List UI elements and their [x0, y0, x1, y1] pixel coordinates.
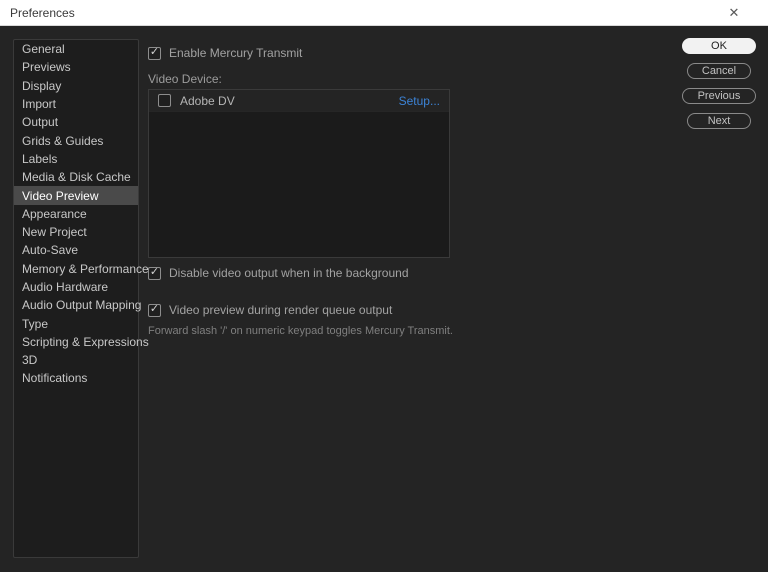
window-title: Preferences [10, 0, 75, 26]
render-queue-preview-row: ✓ Video preview during render queue outp… [148, 303, 392, 317]
video-device-label: Video Device: [148, 72, 222, 86]
checkmark-icon: ✓ [150, 267, 159, 278]
sidebar-item-new-project[interactable]: New Project [14, 223, 138, 241]
sidebar-item-audio-output-mapping[interactable]: Audio Output Mapping [14, 296, 138, 314]
title-bar: Preferences ✕ [0, 0, 768, 26]
checkmark-icon: ✓ [150, 47, 159, 58]
render-queue-preview-checkbox[interactable]: ✓ [148, 304, 161, 317]
disable-background-row: ✓ Disable video output when in the backg… [148, 266, 409, 280]
disable-background-label: Disable video output when in the backgro… [169, 266, 409, 280]
render-queue-preview-label: Video preview during render queue output [169, 303, 392, 317]
device-row-adobe-dv: Adobe DV Setup... [149, 90, 449, 112]
mercury-transmit-hint: Forward slash '/' on numeric keypad togg… [148, 325, 453, 337]
sidebar-item-auto-save[interactable]: Auto-Save [14, 241, 138, 259]
sidebar-item-appearance[interactable]: Appearance [14, 205, 138, 223]
sidebar-item-grids-guides[interactable]: Grids & Guides [14, 131, 138, 149]
sidebar-item-labels[interactable]: Labels [14, 150, 138, 168]
ok-button[interactable]: OK [682, 38, 756, 54]
setup-link[interactable]: Setup... [399, 94, 440, 108]
cancel-button[interactable]: Cancel [687, 63, 751, 79]
next-button[interactable]: Next [687, 113, 751, 129]
sidebar-item-media-disk-cache[interactable]: Media & Disk Cache [14, 168, 138, 186]
sidebar-item-import[interactable]: Import [14, 95, 138, 113]
close-icon[interactable]: ✕ [714, 0, 754, 26]
sidebar-item-output[interactable]: Output [14, 113, 138, 131]
disable-background-checkbox[interactable]: ✓ [148, 267, 161, 280]
previous-button[interactable]: Previous [682, 88, 756, 104]
sidebar-item-video-preview[interactable]: Video Preview [14, 186, 138, 204]
preferences-dialog: Preferences ✕ General Previews Display I… [0, 0, 768, 572]
sidebar-item-audio-hardware[interactable]: Audio Hardware [14, 278, 138, 296]
enable-mercury-row: ✓ Enable Mercury Transmit [148, 46, 302, 60]
preferences-category-list: General Previews Display Import Output G… [13, 39, 139, 558]
sidebar-item-3d[interactable]: 3D [14, 351, 138, 369]
enable-mercury-checkbox[interactable]: ✓ [148, 47, 161, 60]
sidebar-item-type[interactable]: Type [14, 314, 138, 332]
sidebar-item-general[interactable]: General [14, 40, 138, 58]
sidebar-item-notifications[interactable]: Notifications [14, 369, 138, 387]
checkmark-icon: ✓ [150, 304, 159, 315]
sidebar-item-memory-performance[interactable]: Memory & Performance [14, 260, 138, 278]
device-name: Adobe DV [180, 94, 390, 108]
enable-mercury-label: Enable Mercury Transmit [169, 46, 302, 60]
adobe-dv-checkbox[interactable] [158, 94, 171, 107]
sidebar-item-scripting-expressions[interactable]: Scripting & Expressions [14, 333, 138, 351]
video-device-list: Adobe DV Setup... [148, 89, 450, 258]
sidebar-item-display[interactable]: Display [14, 77, 138, 95]
sidebar-item-previews[interactable]: Previews [14, 58, 138, 76]
